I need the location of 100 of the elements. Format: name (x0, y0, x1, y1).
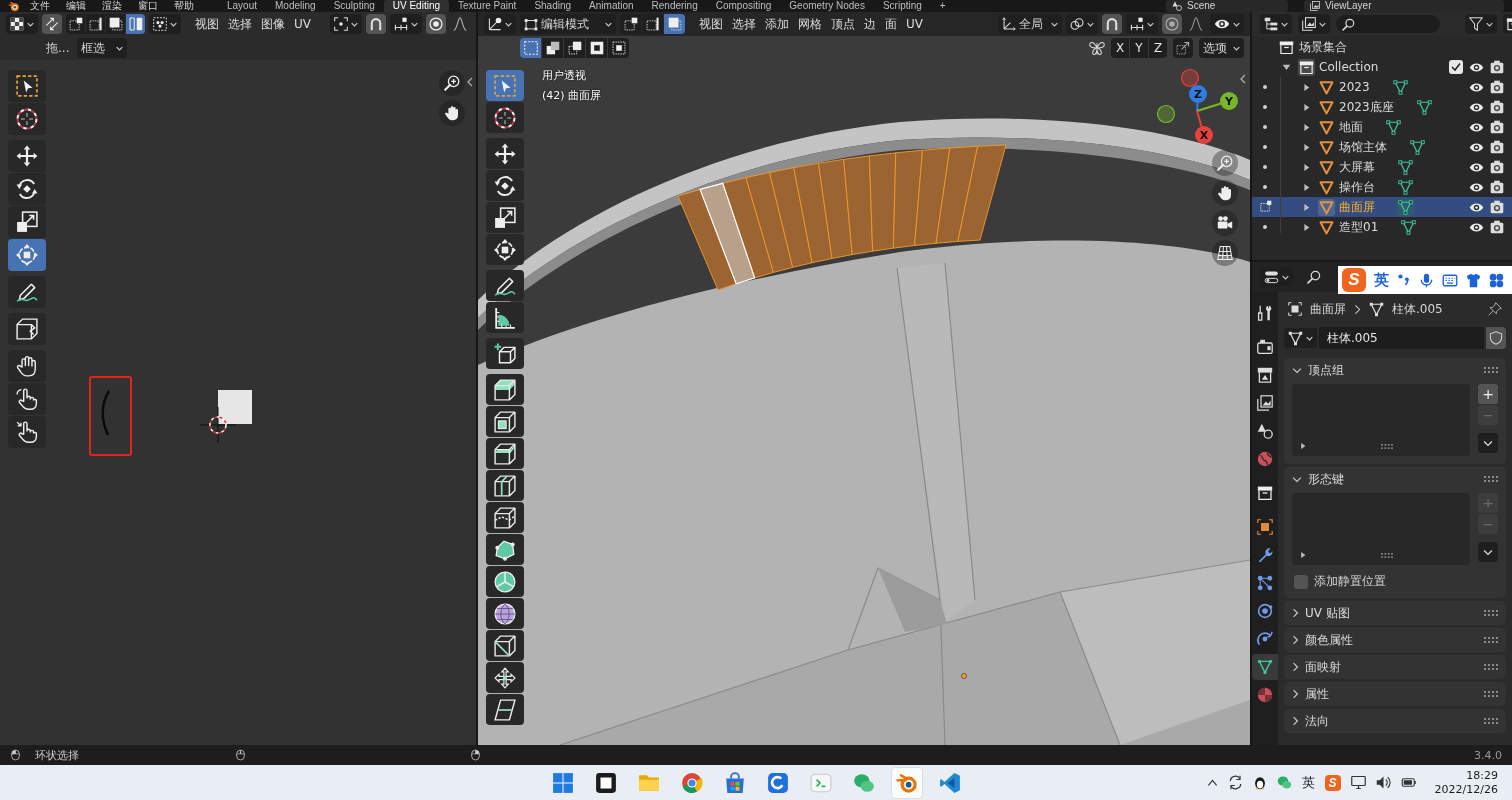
menu-item[interactable]: UV (902, 14, 927, 34)
panel-header[interactable]: 颜色属性 (1284, 628, 1506, 652)
workspace-tab[interactable]: Compositing (706, 0, 781, 12)
panel-header[interactable]: 属性 (1284, 682, 1506, 706)
workspace-tab[interactable]: Scripting (873, 0, 931, 12)
menu-item[interactable]: 添加 (761, 14, 793, 34)
menu-item[interactable]: 渲染 (96, 0, 128, 12)
panel-header[interactable]: 形态键 (1284, 467, 1506, 491)
mode-dot[interactable] (1263, 145, 1267, 149)
pencil-tool-button[interactable] (486, 270, 524, 301)
editor-type-dropdown[interactable] (6, 14, 38, 34)
outliner-item[interactable]: 2023底座 (1339, 98, 1394, 116)
loop-cut-tool-button[interactable] (486, 470, 524, 501)
camera-view-button[interactable] (1212, 210, 1238, 236)
view-layer-selector[interactable]: ViewLayer (1304, 0, 1504, 12)
input-language-indicator[interactable]: 英 (1301, 773, 1315, 792)
axis-handle[interactable] (1180, 68, 1200, 88)
pan-button[interactable] (439, 100, 465, 126)
specials-menu-button[interactable] (1478, 433, 1498, 453)
selection-operation-button[interactable] (542, 38, 563, 58)
select-mode-dropdown[interactable]: 框选 (77, 38, 128, 58)
new-collection-button[interactable] (1503, 14, 1512, 34)
render-toggle[interactable] (1490, 80, 1504, 94)
selection-operation-button[interactable] (608, 38, 629, 58)
render-toggle[interactable] (1490, 180, 1504, 194)
select-mode-button[interactable] (106, 14, 125, 34)
cursor-tool-button[interactable] (8, 103, 46, 135)
chevron-left-icon[interactable] (467, 77, 473, 87)
mode-dot[interactable] (1263, 105, 1267, 109)
projection-button[interactable] (1212, 240, 1238, 266)
render-toggle[interactable] (1490, 200, 1504, 214)
workspace-tab[interactable]: Texture Paint (449, 0, 526, 12)
scale-tool-button[interactable] (8, 206, 46, 238)
workspace-tab[interactable]: UV Editing (383, 0, 449, 12)
render-toggle[interactable] (1490, 140, 1504, 154)
panel-header[interactable]: UV 贴图 (1284, 601, 1506, 625)
mesh-name-field[interactable]: 柱体.005 (1319, 327, 1484, 349)
specials-menu-button[interactable] (1478, 542, 1498, 562)
add-button[interactable]: + (1478, 384, 1498, 404)
mode-dot[interactable] (1263, 125, 1267, 129)
scale-tool-button[interactable] (486, 202, 524, 233)
select-mode-button[interactable] (642, 14, 663, 34)
input-language-button[interactable]: 英 (1374, 270, 1389, 290)
search-field[interactable] (1307, 268, 1323, 286)
pencil-tool-button[interactable] (8, 276, 46, 308)
workspace-tab[interactable]: Modeling (266, 0, 325, 12)
parallelogram-tool-button[interactable] (486, 694, 524, 725)
visibility-dropdown[interactable] (1210, 14, 1244, 34)
sync-selection-button[interactable] (42, 14, 62, 34)
mode-dot[interactable] (1263, 185, 1267, 189)
zoom-button[interactable] (439, 70, 465, 96)
panel-header[interactable]: 法向 (1284, 709, 1506, 733)
display-mode-dropdown[interactable] (1298, 14, 1330, 34)
outliner-item[interactable]: 场景集合 (1299, 38, 1347, 56)
pointing-hand-tool-button[interactable] (8, 383, 46, 415)
mode-dot[interactable] (1263, 85, 1267, 89)
outliner-item[interactable]: 场馆主体 (1339, 138, 1387, 156)
proportional-edit-button[interactable] (426, 14, 446, 34)
workspace-tab[interactable]: Rendering (642, 0, 707, 12)
select-mode-button[interactable] (620, 14, 641, 34)
ruler-tool-button[interactable] (486, 302, 524, 333)
render-toggle[interactable] (1490, 120, 1504, 134)
workspace-tab[interactable]: Animation (580, 0, 643, 12)
mode-dot[interactable] (1263, 225, 1267, 229)
editor-type-dropdown[interactable] (484, 14, 516, 34)
cube-edge-tool-button[interactable] (486, 630, 524, 661)
sticky-selection-dropdown[interactable] (149, 14, 181, 34)
workspace-tab[interactable]: Shading (525, 0, 581, 12)
select-mode-button[interactable] (66, 14, 85, 34)
outliner-item[interactable]: 曲面屏 (1339, 198, 1375, 216)
pivot-dropdown[interactable] (1066, 14, 1098, 34)
outliner-item[interactable]: Collection (1319, 60, 1379, 74)
axis-handle[interactable] (1156, 104, 1176, 124)
outliner-item[interactable]: 2023 (1339, 80, 1370, 94)
outliner-item[interactable]: 地面 (1339, 118, 1363, 136)
workspace-tab[interactable]: Sculpting (324, 0, 384, 12)
editor-type-dropdown[interactable] (1260, 14, 1292, 34)
menu-item[interactable]: UV (290, 14, 315, 34)
mesh-browse-dropdown[interactable] (1284, 328, 1317, 348)
render-toggle[interactable] (1490, 220, 1504, 234)
mirror-axis-toggle[interactable]: Z (1149, 38, 1167, 58)
selection-operation-button[interactable] (564, 38, 585, 58)
mode-dropdown[interactable]: 编辑模式 (520, 14, 616, 34)
panel-header[interactable]: 面映射 (1284, 655, 1506, 679)
panel-header[interactable]: 顶点组 (1284, 358, 1506, 382)
cross-arrows-tool-button[interactable] (486, 662, 524, 693)
menu-item[interactable]: 图像 (257, 14, 289, 34)
checkbox[interactable] (1449, 60, 1463, 74)
options-dropdown[interactable]: 选项 (1199, 38, 1244, 58)
editor-type-dropdown[interactable] (1260, 267, 1293, 287)
menu-item[interactable]: 窗口 (132, 0, 164, 12)
menu-item[interactable]: 视图 (695, 14, 727, 34)
selection-operation-button[interactable] (586, 38, 607, 58)
extrude-tool-button[interactable] (486, 374, 524, 405)
scene-selector[interactable]: Scene (1166, 0, 1288, 12)
sphere-tool-button[interactable] (486, 598, 524, 629)
snap-target-dropdown[interactable] (390, 14, 422, 34)
proportional-edit-button[interactable] (1162, 14, 1182, 34)
bevel-tool-button[interactable] (486, 438, 524, 469)
cursor-tool-button[interactable] (486, 102, 524, 133)
